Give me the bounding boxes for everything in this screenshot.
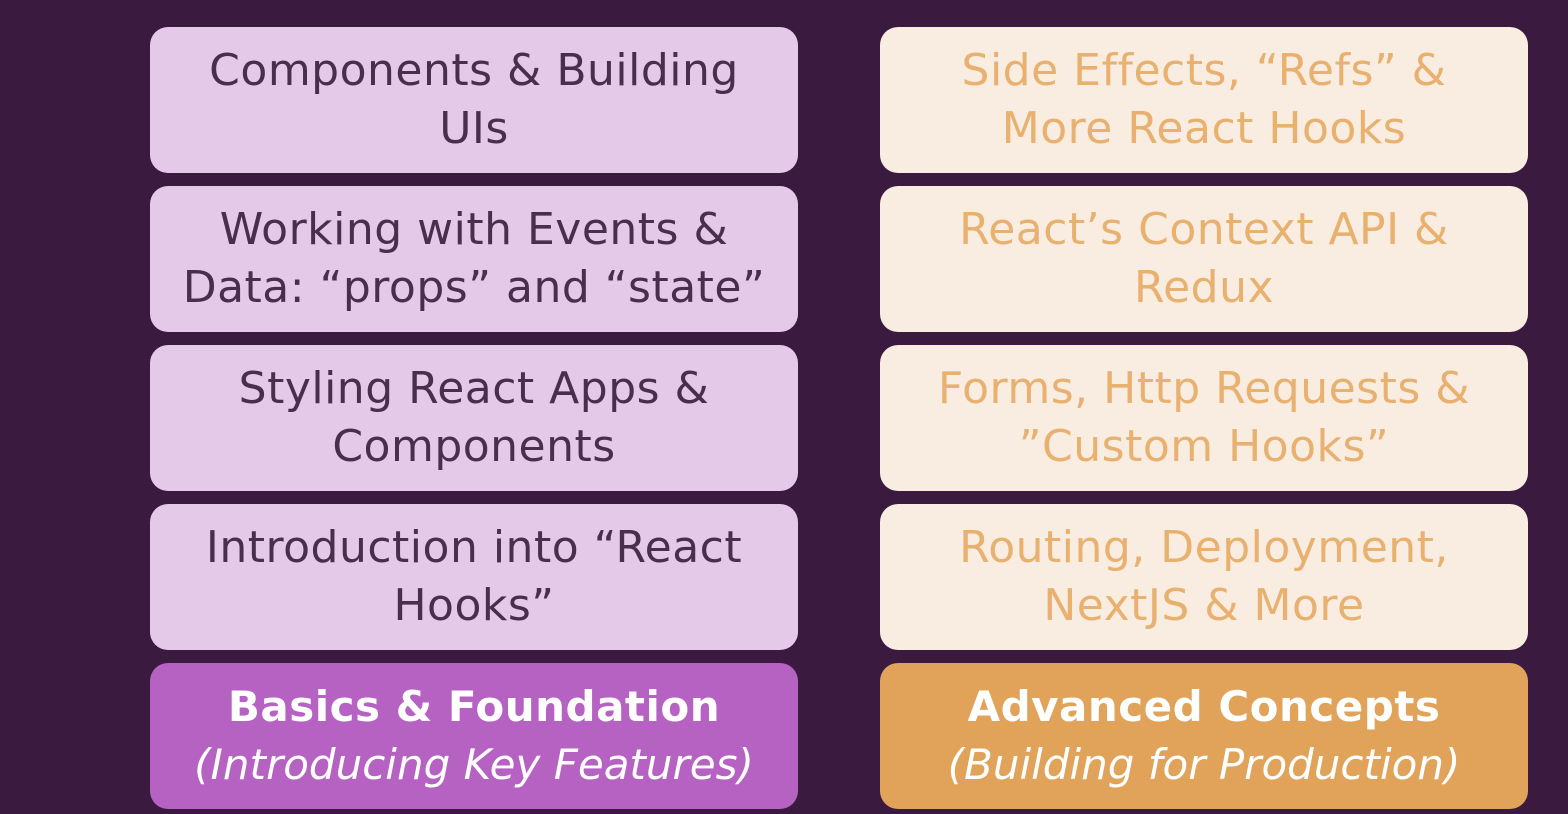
topic-label: Styling React Apps & Components <box>238 363 710 472</box>
advanced-topic-card: Forms, Http Requests & ”Custom Hooks” <box>880 345 1528 491</box>
advanced-header-card: Advanced Concepts (Building for Producti… <box>880 663 1528 809</box>
topic-label: Introduction into “React Hooks” <box>205 522 743 631</box>
topic-label: Components & Building UIs <box>209 45 739 154</box>
basics-topic-card: Working with Events & Data: “props” and … <box>150 186 798 332</box>
advanced-subtitle: (Building for Production) <box>947 740 1461 789</box>
course-roadmap-slide: Components & Building UIs Working with E… <box>0 0 1568 814</box>
advanced-column: Side Effects, “Refs” & More React Hooks … <box>880 27 1528 809</box>
advanced-topic-card: Side Effects, “Refs” & More React Hooks <box>880 27 1528 173</box>
advanced-title: Advanced Concepts <box>967 682 1441 731</box>
basics-header-card: Basics & Foundation (Introducing Key Fea… <box>150 663 798 809</box>
basics-subtitle: (Introducing Key Features) <box>194 740 754 789</box>
topic-label: Side Effects, “Refs” & More React Hooks <box>961 45 1447 154</box>
topic-label: Routing, Deployment, NextJS & More <box>959 522 1449 631</box>
basics-topic-card: Styling React Apps & Components <box>150 345 798 491</box>
basics-topic-card: Introduction into “React Hooks” <box>150 504 798 650</box>
topic-label: Working with Events & Data: “props” and … <box>182 204 766 313</box>
basics-topic-card: Components & Building UIs <box>150 27 798 173</box>
basics-title: Basics & Foundation <box>227 682 721 731</box>
basics-column: Components & Building UIs Working with E… <box>150 27 798 809</box>
topic-label: React’s Context API & Redux <box>959 204 1449 313</box>
topic-label: Forms, Http Requests & ”Custom Hooks” <box>937 363 1471 472</box>
advanced-topic-card: React’s Context API & Redux <box>880 186 1528 332</box>
advanced-topic-card: Routing, Deployment, NextJS & More <box>880 504 1528 650</box>
